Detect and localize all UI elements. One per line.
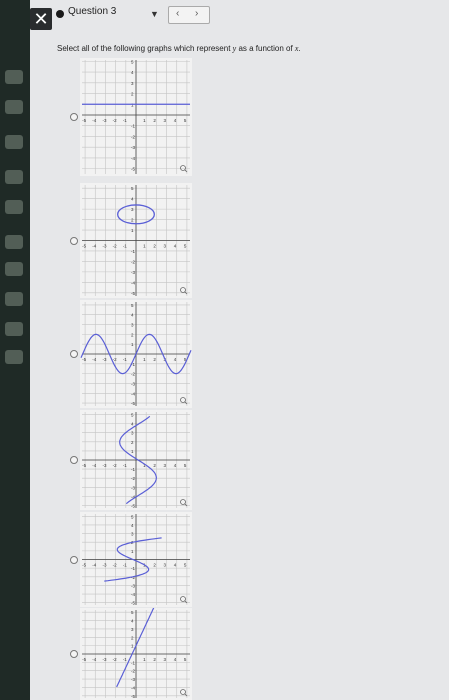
question-prompt: Select all of the following graphs which… [57, 44, 301, 53]
x-tick-label: -2 [113, 244, 117, 249]
status-dot-icon [56, 10, 64, 18]
y-tick-label: -1 [131, 124, 135, 129]
option-F-graph: -5 -4 -3 -2 -1 1 2 3 4 554321-1-2-3-4-5 [80, 608, 192, 700]
sidebar-app-icon[interactable] [5, 70, 23, 84]
option-C-graph: -5 -4 -3 -2 -1 1 2 3 4 554321-1-2-3-4-5 [80, 300, 192, 408]
y-tick-label: -4 [131, 391, 135, 396]
x-tick-label: -4 [92, 563, 96, 568]
sidebar-app-icon[interactable] [5, 350, 23, 364]
option-D-graph: -5 -4 -3 -2 -1 1 2 3 4 554321-1-2-3-4-5 [80, 410, 192, 510]
option-D-radio[interactable] [70, 456, 78, 464]
question-dropdown-chevron-icon[interactable]: ▼ [150, 9, 159, 19]
x-tick-label: -5 [82, 357, 86, 362]
y-tick-label: -2 [131, 134, 135, 139]
y-tick-label: -1 [131, 660, 135, 665]
y-tick-label: -1 [131, 467, 135, 472]
prompt-text: Select all of the following graphs which… [57, 44, 233, 53]
sidebar-app-icon[interactable] [5, 322, 23, 336]
sidebar-app-icon[interactable] [5, 170, 23, 184]
y-tick-label: -3 [131, 381, 135, 386]
x-tick-label: -4 [92, 463, 96, 468]
x-tick-label: -4 [92, 244, 96, 249]
option-E-graph: -5 -4 -3 -2 -1 1 2 3 4 554321-1-2-3-4-5 [80, 512, 192, 607]
y-tick-label: -2 [131, 372, 135, 377]
x-tick-label: -2 [113, 657, 117, 662]
x-tick-label: -3 [102, 118, 106, 123]
x-tick-label: -3 [102, 463, 106, 468]
option-A-graph: -5-4-3-2-11234554321-1-2-3-4-5 [80, 58, 192, 176]
y-tick-label: -1 [131, 566, 135, 571]
x-tick-label: -3 [102, 244, 106, 249]
x-tick-label: -4 [92, 657, 96, 662]
sidebar-app-icon[interactable] [5, 262, 23, 276]
y-tick-label: -3 [131, 145, 135, 150]
y-tick-label: -5 [131, 167, 135, 172]
x-tick-label: -3 [102, 357, 106, 362]
y-tick-label: -5 [131, 694, 135, 699]
sidebar-app-icon[interactable] [5, 200, 23, 214]
sidebar-app-icon[interactable] [5, 135, 23, 149]
y-tick-label: -4 [131, 685, 135, 690]
option-A-radio[interactable] [70, 113, 78, 121]
x-tick-label: -4 [92, 118, 96, 123]
sidebar-app-icon[interactable] [5, 292, 23, 306]
y-tick-label: -3 [131, 583, 135, 588]
sidebar-app-icon[interactable] [5, 235, 23, 249]
y-tick-label: -3 [131, 485, 135, 490]
option-E-radio[interactable] [70, 555, 78, 564]
y-tick-label: -5 [131, 601, 135, 606]
option-B-radio[interactable] [70, 236, 78, 245]
browser-sidebar [0, 0, 30, 700]
y-tick-label: -2 [131, 669, 135, 674]
next-question-button[interactable]: › [195, 8, 198, 19]
option-C-radio[interactable] [70, 350, 78, 358]
y-tick-label: -5 [131, 503, 135, 508]
x-tick-label: -1 [123, 244, 127, 249]
prompt-mid: as a function of [236, 44, 295, 53]
x-tick-label: -1 [123, 463, 127, 468]
y-tick-label: -1 [131, 249, 135, 254]
sidebar-app-icon[interactable] [5, 100, 23, 114]
y-tick-label: -4 [131, 592, 135, 597]
close-button[interactable]: ✕ [30, 8, 52, 30]
x-tick-label: -5 [82, 244, 86, 249]
x-tick-label: -5 [82, 563, 86, 568]
x-tick-label: -3 [102, 657, 106, 662]
option-B-graph: -5 -4 -3 -2 -1 1 2 3 4 554321-1-2-3-4-5 [80, 183, 192, 298]
y-tick-label: -3 [131, 677, 135, 682]
x-tick-label: -1 [123, 657, 127, 662]
y-tick-label: -5 [131, 401, 135, 406]
prompt-end: . [298, 44, 301, 53]
y-tick-label: -4 [131, 280, 135, 285]
question-label: Question 3 [68, 6, 117, 17]
x-tick-label: -4 [92, 357, 96, 362]
prev-question-button[interactable]: ‹ [176, 8, 179, 19]
x-tick-label: -1 [123, 357, 127, 362]
x-tick-label: -5 [82, 463, 86, 468]
y-tick-label: -2 [131, 476, 135, 481]
y-tick-label: -4 [131, 156, 135, 161]
x-tick-label: -5 [82, 657, 86, 662]
question-nav: ‹ › [168, 6, 210, 24]
x-tick-label: -1 [123, 118, 127, 123]
x-tick-label: -5 [82, 118, 86, 123]
x-tick-label: -2 [113, 563, 117, 568]
y-tick-label: -2 [131, 259, 135, 264]
x-tick-label: -3 [102, 563, 106, 568]
option-F-radio[interactable] [70, 650, 78, 658]
x-tick-label: -2 [113, 357, 117, 362]
x-tick-label: -1 [123, 563, 127, 568]
y-tick-label: -5 [131, 291, 135, 296]
x-tick-label: -2 [113, 463, 117, 468]
y-tick-label: -3 [131, 270, 135, 275]
x-tick-label: -2 [113, 118, 117, 123]
